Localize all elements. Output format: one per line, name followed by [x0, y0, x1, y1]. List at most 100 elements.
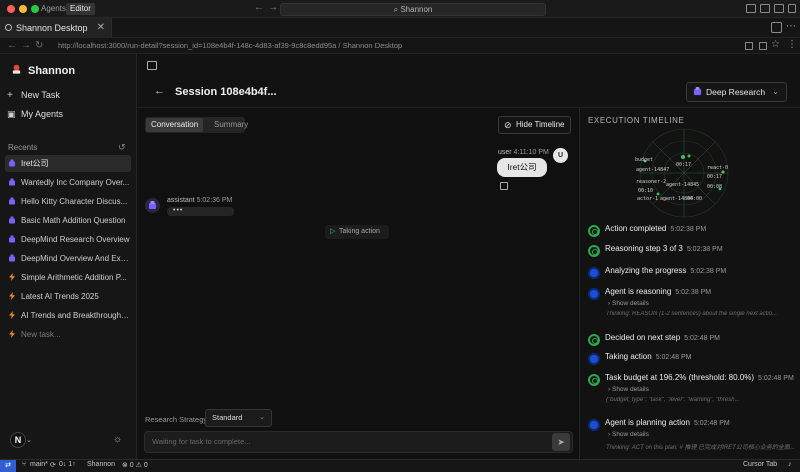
agent-icon [9, 254, 15, 262]
timeline-item-title: Agent is reasoning [605, 287, 672, 296]
command-search[interactable]: ⌕ Shannon [280, 3, 546, 16]
user-avatar[interactable]: N [10, 432, 26, 448]
back-button[interactable]: ← [154, 85, 165, 97]
check-circle-icon [588, 334, 600, 346]
recent-item-label: Iret公司 [21, 159, 49, 168]
status-bar: ⇄ ⑂ main* ⟳ 0↓ 1↑ Shannon ⊗ 0 ⚠ 0 Cursor… [0, 459, 800, 472]
timeline-item-time: 5:02:38 PM [670, 226, 707, 233]
url-field[interactable]: http://localhost:3000/run-detail?session… [58, 41, 402, 50]
recent-item[interactable]: New task... [5, 326, 131, 343]
close-tab-icon[interactable]: ✕ [97, 18, 105, 38]
theme-toggle-icon[interactable]: ☼ [113, 434, 122, 445]
timeline-item-detail: Thinking: REASON (1-2 sentences) about t… [606, 311, 778, 317]
screenshot-icon[interactable] [759, 42, 767, 50]
graph-label: actor-1 [637, 196, 658, 202]
timeline-item-title: Task budget at 196.2% (threshold: 80.0%) [605, 373, 754, 382]
timeline-item-title: Analyzing the progress [605, 266, 687, 275]
recent-item[interactable]: Hello Kitty Character Discus... [5, 193, 131, 210]
bolt-icon [9, 330, 15, 338]
branch-name[interactable]: main* [30, 461, 48, 468]
timeline-item-time: 5:02:38 PM [675, 289, 712, 296]
recent-item-label: New task... [21, 330, 61, 339]
bell-icon[interactable]: ♪ [788, 461, 792, 468]
bolt-icon [9, 273, 15, 281]
graph-label: 00:10 [638, 188, 653, 194]
my-agents-link[interactable]: ▣ My Agents [5, 106, 131, 123]
more-icon[interactable]: ⋯ [786, 21, 796, 32]
toggle-sidebar-icon[interactable] [147, 61, 157, 70]
graph-label: 00:08 [707, 184, 722, 190]
sync-status[interactable]: 0↓ 1↑ [59, 461, 76, 468]
close-window-button[interactable] [7, 5, 15, 13]
tab-editor[interactable]: Editor [66, 3, 95, 15]
assistant-timestamp: 5:02:36 PM [196, 197, 233, 204]
timeline-item-label: Reasoning step 3 of 3 5:02:38 PM [605, 244, 723, 253]
view-toggle: Conversation Summary [145, 117, 248, 133]
message-input[interactable]: Waiting for task to complete... [144, 431, 573, 453]
recent-item[interactable]: Simple Arithmetic Addition P... [5, 269, 131, 286]
cursor-tab-status[interactable]: Cursor Tab [743, 461, 777, 468]
show-details-toggle[interactable]: › Show details [608, 300, 649, 307]
split-editor-icon[interactable] [771, 22, 782, 33]
tab-conversation[interactable]: Conversation [146, 118, 204, 132]
my-agents-label: My Agents [21, 109, 64, 119]
user-timestamp: 4:11:10 PM [513, 149, 549, 156]
browser-tab[interactable]: Shannon Desktop ✕ [0, 18, 112, 38]
recent-item[interactable]: AI Trends and Breakthroughs... [5, 307, 131, 324]
send-button[interactable]: ➤ [552, 433, 570, 451]
assistant-avatar [145, 198, 160, 213]
recent-item[interactable]: DeepMind Research Overview [5, 231, 131, 248]
copy-icon[interactable] [500, 182, 508, 190]
recent-item-label: Simple Arithmetic Addition P... [21, 273, 127, 282]
back-arrow-icon[interactable]: ← [254, 2, 264, 13]
typing-indicator: ••• [167, 207, 234, 216]
tab-summary[interactable]: Summary [209, 118, 253, 132]
settings-icon[interactable] [788, 4, 796, 13]
timeline-item-label: Analyzing the progress 5:02:38 PM [605, 266, 726, 275]
layout-panel-icon[interactable] [760, 4, 770, 13]
graph-label: budget [635, 157, 653, 163]
new-task-label: New Task [21, 90, 60, 100]
research-mode-select[interactable]: Deep Research ⌄ [686, 82, 787, 102]
new-task-button[interactable]: + New Task [5, 87, 131, 104]
graph-label: 00:00 [687, 196, 702, 202]
timeline-item-time: 5:02:48 PM [693, 420, 730, 427]
reload-icon[interactable]: ↻ [35, 40, 43, 51]
project-name[interactable]: Shannon [87, 461, 115, 468]
graph-label: 00:17 [707, 174, 722, 180]
layout-sidebar-icon[interactable] [746, 4, 756, 13]
user-role: user [498, 149, 512, 156]
chevron-down-icon: ⌄ [772, 87, 779, 96]
show-details-toggle[interactable]: › Show details [608, 431, 649, 438]
timeline-item-label: Decided on next step 5:02:48 PM [605, 333, 720, 342]
recent-item-label: Basic Math Addition Question [21, 216, 126, 225]
strategy-select[interactable]: Standard ⌄ [205, 409, 272, 427]
show-details-toggle[interactable]: › Show details [608, 386, 649, 393]
recent-item[interactable]: Basic Math Addition Question [5, 212, 131, 229]
recents-heading: Recents [8, 143, 38, 152]
forward-icon[interactable]: → [21, 40, 31, 51]
layout-secondary-icon[interactable] [774, 4, 784, 13]
cast-icon[interactable] [745, 42, 753, 50]
minimize-window-button[interactable] [19, 5, 27, 13]
plus-icon: + [7, 90, 13, 101]
forward-arrow-icon[interactable]: → [268, 2, 278, 13]
remote-icon[interactable]: ⇄ [0, 460, 16, 472]
star-icon[interactable]: ☆ [771, 39, 780, 50]
tab-agents[interactable]: Agents [37, 3, 70, 15]
recent-item[interactable]: Latest AI Trends 2025 [5, 288, 131, 305]
agent-icon [9, 159, 15, 167]
back-icon[interactable]: ← [7, 40, 17, 51]
recent-item[interactable]: Iret公司 [5, 155, 131, 172]
main-header: ← Session 108e4b4f... Deep Research ⌄ [137, 54, 800, 108]
history-icon[interactable]: ↺ [118, 142, 126, 153]
hide-timeline-button[interactable]: ⊘ Hide Timeline [498, 116, 571, 134]
problems-count[interactable]: ⊗ 0 ⚠ 0 [122, 461, 148, 469]
timeline-item-time: 5:02:38 PM [686, 246, 723, 253]
menu-icon[interactable]: ⋮ [787, 39, 797, 50]
recent-item[interactable]: Wantedly Inc Company Over... [5, 174, 131, 191]
browser-tab-title: Shannon Desktop [16, 23, 88, 33]
agent-icon [9, 197, 15, 205]
recent-item-label: DeepMind Overview And Exp... [21, 254, 131, 263]
recent-item[interactable]: DeepMind Overview And Exp... [5, 250, 131, 267]
